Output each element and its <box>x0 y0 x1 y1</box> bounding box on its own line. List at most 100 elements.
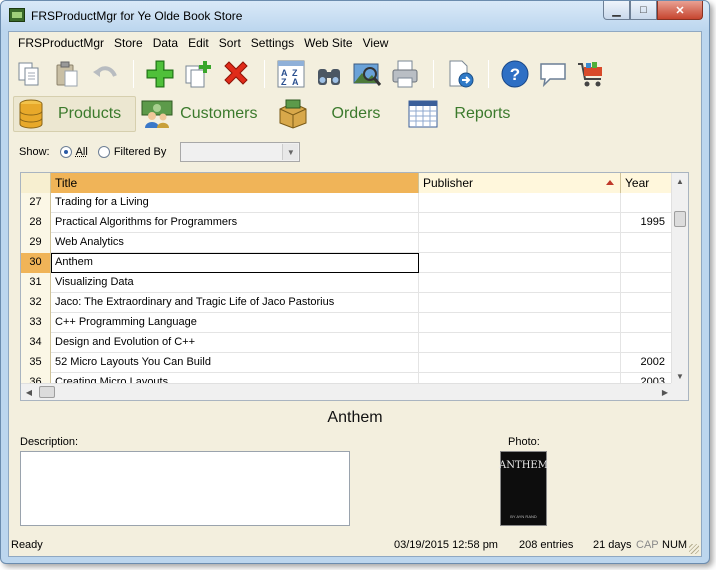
vertical-scroll-thumb[interactable] <box>674 211 686 227</box>
title-cell[interactable]: Visualizing Data <box>51 273 419 293</box>
table-row[interactable]: 31 Visualizing Data <box>21 273 673 293</box>
year-cell[interactable]: 2002 <box>621 353 673 373</box>
export-button[interactable] <box>444 58 476 90</box>
row-number-cell[interactable]: 32 <box>21 293 51 313</box>
column-header-title[interactable]: Title <box>51 173 419 193</box>
publisher-cell[interactable] <box>419 253 621 273</box>
column-header-year[interactable]: Year <box>621 173 673 193</box>
nav-tab-customers[interactable]: Customers <box>140 96 271 132</box>
menu-edit[interactable]: Edit <box>183 32 214 54</box>
sort-az-icon: A Z Z A <box>277 60 305 88</box>
publisher-cell[interactable] <box>419 213 621 233</box>
table-row[interactable]: 29 Web Analytics <box>21 233 673 253</box>
chevron-down-icon[interactable]: ▼ <box>282 144 299 160</box>
chat-button[interactable] <box>537 58 569 90</box>
table-row[interactable]: 32 Jaco: The Extraordinary and Tragic Lif… <box>21 293 673 313</box>
title-cell[interactable]: Practical Algorithms for Programmers <box>51 213 419 233</box>
vertical-scrollbar[interactable]: ▲ ▼ <box>671 173 688 385</box>
horizontal-scrollbar[interactable]: ◀ ▶ <box>21 383 673 400</box>
scrollbar-corner <box>671 383 688 400</box>
year-cell[interactable] <box>621 193 673 213</box>
publisher-cell[interactable] <box>419 313 621 333</box>
image-button[interactable] <box>351 58 383 90</box>
year-cell[interactable] <box>621 313 673 333</box>
nav-tab-orders[interactable]: Orders <box>276 96 395 132</box>
table-row[interactable]: 35 52 Micro Layouts You Can Build 2002 <box>21 353 673 373</box>
publisher-cell[interactable] <box>419 353 621 373</box>
column-header-publisher[interactable]: Publisher <box>419 173 621 193</box>
publisher-cell[interactable] <box>419 273 621 293</box>
menu-store[interactable]: Store <box>109 32 148 54</box>
title-cell[interactable]: Jaco: The Extraordinary and Tragic Life … <box>51 293 419 313</box>
publisher-cell[interactable] <box>419 333 621 353</box>
find-button[interactable] <box>313 58 345 90</box>
title-cell[interactable]: Web Analytics <box>51 233 419 253</box>
status-num-lock: NUM <box>662 539 688 551</box>
title-cell[interactable]: C++ Programming Language <box>51 313 419 333</box>
title-cell[interactable]: 52 Micro Layouts You Can Build <box>51 353 419 373</box>
table-row[interactable]: 34 Design and Evolution of C++ <box>21 333 673 353</box>
menu-frsproductmgr[interactable]: FRSProductMgr <box>13 32 109 54</box>
table-row[interactable]: 27 Trading for a Living <box>21 193 673 213</box>
menu-view[interactable]: View <box>358 32 394 54</box>
filter-dropdown[interactable]: ▼ <box>180 142 301 162</box>
nav-tab-products[interactable]: Products <box>13 96 137 132</box>
resize-grip-icon[interactable] <box>689 544 699 554</box>
close-button[interactable]: ✕ <box>657 1 703 20</box>
description-textarea[interactable] <box>20 451 350 526</box>
row-number-cell[interactable]: 27 <box>21 193 51 213</box>
row-number-cell[interactable]: 35 <box>21 353 51 373</box>
year-cell[interactable]: 1995 <box>621 213 673 233</box>
duplicate-button[interactable] <box>182 58 214 90</box>
maximize-button[interactable]: □ <box>630 1 657 20</box>
scroll-left-icon[interactable]: ◀ <box>21 384 37 400</box>
help-button[interactable]: ? <box>499 58 531 90</box>
horizontal-scroll-thumb[interactable] <box>39 386 55 398</box>
title-bar[interactable]: FRSProductMgr for Ye Olde Book Store ▁ □… <box>1 1 709 31</box>
paste-button[interactable] <box>51 58 83 90</box>
publisher-cell[interactable] <box>419 233 621 253</box>
row-number-cell[interactable]: 34 <box>21 333 51 353</box>
nav-tab-reports[interactable]: Reports <box>398 96 524 132</box>
cart-button[interactable] <box>575 58 607 90</box>
print-button[interactable] <box>389 58 421 90</box>
year-cell[interactable] <box>621 253 673 273</box>
menu-data[interactable]: Data <box>148 32 183 54</box>
sort-az-button[interactable]: A Z Z A <box>275 58 307 90</box>
menu-web-site[interactable]: Web Site <box>299 32 357 54</box>
copy-button[interactable] <box>13 58 45 90</box>
grid-header: Title Publisher Year <box>21 173 673 193</box>
table-row[interactable]: 33 C++ Programming Language <box>21 313 673 333</box>
row-number-cell[interactable]: 29 <box>21 233 51 253</box>
add-button[interactable] <box>144 58 176 90</box>
add-icon <box>146 60 174 88</box>
filtered-by-label[interactable]: Filtered By <box>114 146 167 158</box>
row-number-cell[interactable]: 33 <box>21 313 51 333</box>
publisher-cell[interactable] <box>419 193 621 213</box>
row-number-cell[interactable]: 28 <box>21 213 51 233</box>
year-cell[interactable] <box>621 293 673 313</box>
filtered-by-radio[interactable] <box>97 146 110 158</box>
table-row[interactable]: 28 Practical Algorithms for Programmers 19… <box>21 213 673 233</box>
undo-button[interactable] <box>89 58 121 90</box>
delete-button[interactable] <box>220 58 252 90</box>
book-cover-photo[interactable]: ANTHEM BY AYN RAND <box>499 451 548 526</box>
menu-settings[interactable]: Settings <box>246 32 299 54</box>
title-cell[interactable]: Anthem <box>51 253 419 273</box>
toolbar-separator <box>264 60 265 88</box>
publisher-cell[interactable] <box>419 293 621 313</box>
year-cell[interactable] <box>621 233 673 253</box>
year-cell[interactable] <box>621 333 673 353</box>
show-all-label[interactable]: All <box>76 146 88 158</box>
menu-sort[interactable]: Sort <box>214 32 246 54</box>
row-number-cell[interactable]: 31 <box>21 273 51 293</box>
minimize-icon: ▁ <box>612 4 621 17</box>
title-cell[interactable]: Design and Evolution of C++ <box>51 333 419 353</box>
show-all-radio[interactable] <box>59 146 72 158</box>
title-cell[interactable]: Trading for a Living <box>51 193 419 213</box>
table-row[interactable]: 30 Anthem <box>21 253 673 273</box>
scroll-up-icon[interactable]: ▲ <box>672 173 688 190</box>
year-cell[interactable] <box>621 273 673 293</box>
minimize-button[interactable]: ▁ <box>603 1 630 20</box>
row-number-cell[interactable]: 30 <box>21 253 51 273</box>
